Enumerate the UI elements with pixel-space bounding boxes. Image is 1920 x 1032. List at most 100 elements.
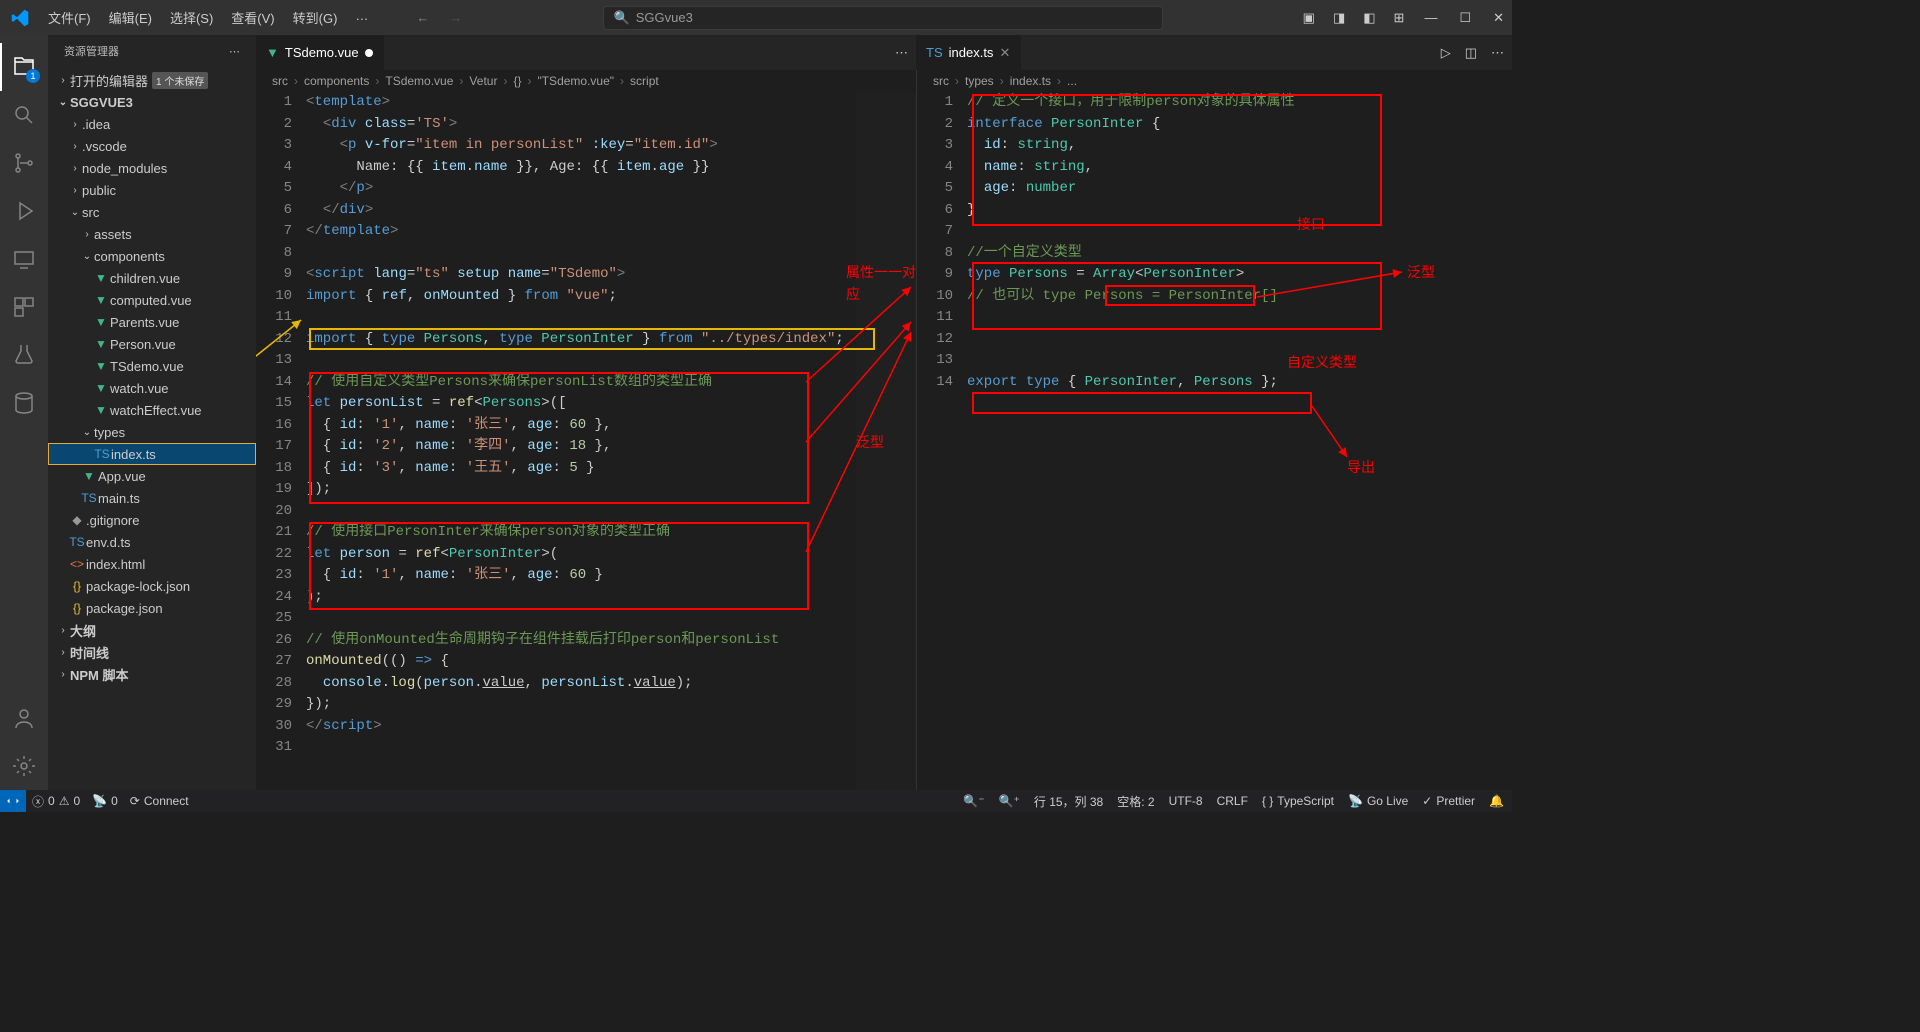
maximize-icon[interactable]: ☐ — [1459, 10, 1471, 26]
status-prettier[interactable]: ✓ Prettier — [1422, 794, 1475, 808]
open-editors-section[interactable]: ›打开的编辑器 1 个未保存 — [48, 69, 256, 91]
sidebar-tree: ›打开的编辑器 1 个未保存 ⌄SGGVUE3 ›.idea›.vscode›n… — [48, 67, 256, 687]
menu-view[interactable]: 查看(V) — [223, 4, 282, 31]
modified-dot-icon — [365, 49, 373, 57]
file-item[interactable]: TSindex.ts — [48, 443, 256, 465]
remote-indicator[interactable] — [0, 790, 26, 812]
menu-edit[interactable]: 编辑(E) — [101, 4, 160, 31]
status-lang[interactable]: { } TypeScript — [1262, 794, 1334, 808]
file-item[interactable]: ▼App.vue — [48, 465, 256, 487]
status-ports[interactable]: 📡 0 — [92, 794, 118, 808]
file-item[interactable]: ▼Parents.vue — [48, 311, 256, 333]
toggle-panel-icon[interactable]: ▣ — [1303, 10, 1315, 26]
layout-icons: ▣ ◨ ◧ ⊞ — [1303, 10, 1405, 26]
split-icon[interactable]: ◫ — [1465, 45, 1477, 61]
status-eol[interactable]: CRLF — [1217, 794, 1248, 808]
project-root[interactable]: ⌄SGGVUE3 — [48, 91, 256, 113]
nav-forward-icon[interactable]: → — [449, 10, 462, 25]
close-tab-icon[interactable]: ✕ — [999, 45, 1010, 61]
toggle-sidebar-icon[interactable]: ◨ — [1333, 10, 1345, 26]
folder-item[interactable]: ›assets — [48, 223, 256, 245]
status-connect[interactable]: ⟳ Connect — [130, 794, 189, 808]
more-icon[interactable]: ⋯ — [895, 45, 908, 61]
collapsed-section[interactable]: ›时间线 — [48, 641, 256, 663]
sidebar: 资源管理器 ⋯ ›打开的编辑器 1 个未保存 ⌄SGGVUE3 ›.idea›.… — [48, 35, 256, 790]
ts-icon: TS — [926, 45, 943, 60]
nav-arrows: ← → — [416, 10, 462, 25]
file-item[interactable]: ▼Person.vue — [48, 333, 256, 355]
activity-extensions-icon[interactable] — [0, 283, 48, 331]
status-line-col[interactable]: 行 15，列 38 — [1034, 793, 1103, 810]
status-golive[interactable]: 📡 Go Live — [1348, 794, 1408, 808]
menu-file[interactable]: 文件(F) — [40, 4, 99, 31]
folder-item[interactable]: ›.idea — [48, 113, 256, 135]
file-item[interactable]: ▼watchEffect.vue — [48, 399, 256, 421]
activity-test-icon[interactable] — [0, 331, 48, 379]
file-item[interactable]: {}package-lock.json — [48, 575, 256, 597]
code-area-right[interactable]: 1234567891011121314 // 定义一个接口，用于限制person… — [917, 92, 1512, 790]
search-text: SGGvue3 — [636, 10, 693, 25]
editor-left[interactable]: src›components›TSdemo.vue›Vetur›{}›"TSde… — [256, 70, 916, 790]
folder-item[interactable]: ›public — [48, 179, 256, 201]
window-controls: — ☐ ✕ — [1424, 10, 1504, 26]
minimize-icon[interactable]: — — [1424, 10, 1437, 26]
editor-right[interactable]: src›types›index.ts›... 12345678910111213… — [916, 70, 1512, 790]
explorer-badge: 1 — [26, 69, 40, 83]
status-encoding[interactable]: UTF-8 — [1169, 794, 1203, 808]
breadcrumb-left[interactable]: src›components›TSdemo.vue›Vetur›{}›"TSde… — [256, 70, 916, 92]
file-item[interactable]: {}package.json — [48, 597, 256, 619]
activity-db-icon[interactable] — [0, 379, 48, 427]
activity-account-icon[interactable] — [0, 694, 48, 742]
more-icon[interactable]: ⋯ — [1491, 45, 1504, 61]
file-item[interactable]: ▼TSdemo.vue — [48, 355, 256, 377]
customize-layout-icon[interactable]: ⊞ — [1394, 10, 1405, 26]
status-bell-icon[interactable]: 🔔 — [1489, 794, 1504, 808]
activity-search-icon[interactable] — [0, 91, 48, 139]
activity-scm-icon[interactable] — [0, 139, 48, 187]
zoom-icon[interactable]: 🔍⁺ — [999, 794, 1020, 808]
activity-settings-icon[interactable] — [0, 742, 48, 790]
tab-indexts[interactable]: TS index.ts ✕ — [916, 35, 1021, 70]
unsaved-badge: 1 个未保存 — [152, 72, 208, 89]
file-item[interactable]: ▼children.vue — [48, 267, 256, 289]
editors: ▼ TSdemo.vue ⋯ TS index.ts ✕ ▷ ◫ — [256, 35, 1512, 790]
file-item[interactable]: TSenv.d.ts — [48, 531, 256, 553]
folder-item[interactable]: ⌄src — [48, 201, 256, 223]
run-icon[interactable]: ▷ — [1441, 45, 1451, 61]
file-item[interactable]: ▼watch.vue — [48, 377, 256, 399]
sidebar-header: 资源管理器 ⋯ — [48, 35, 256, 67]
activity-explorer-icon[interactable]: 1 — [0, 43, 48, 91]
folder-item[interactable]: ⌄types — [48, 421, 256, 443]
close-icon[interactable]: ✕ — [1493, 10, 1504, 26]
status-errors[interactable]: ⓧ 0 ⚠ 0 — [32, 793, 80, 810]
file-item[interactable]: ▼computed.vue — [48, 289, 256, 311]
sidebar-more-icon[interactable]: ⋯ — [229, 45, 240, 58]
folder-item[interactable]: ›.vscode — [48, 135, 256, 157]
breadcrumb-right[interactable]: src›types›index.ts›... — [917, 70, 1512, 92]
menu-select[interactable]: 选择(S) — [162, 4, 221, 31]
activity-bar: 1 — [0, 35, 48, 790]
collapsed-section[interactable]: ›NPM 脚本 — [48, 663, 256, 685]
activity-remote-icon[interactable] — [0, 235, 48, 283]
folder-item[interactable]: ⌄components — [48, 245, 256, 267]
tabs-row: ▼ TSdemo.vue ⋯ TS index.ts ✕ ▷ ◫ — [256, 35, 1512, 70]
menu-more[interactable]: … — [347, 4, 376, 31]
file-item[interactable]: ◆.gitignore — [48, 509, 256, 531]
minimap[interactable] — [856, 92, 916, 790]
file-item[interactable]: TSmain.ts — [48, 487, 256, 509]
nav-back-icon[interactable]: ← — [416, 10, 429, 25]
vue-icon: ▼ — [266, 45, 279, 60]
toggle-secondary-icon[interactable]: ◧ — [1363, 10, 1375, 26]
tab-tsdemo[interactable]: ▼ TSdemo.vue — [256, 35, 384, 70]
collapsed-section[interactable]: ›大纲 — [48, 619, 256, 641]
activity-debug-icon[interactable] — [0, 187, 48, 235]
file-item[interactable]: <>index.html — [48, 553, 256, 575]
status-spaces[interactable]: 空格: 2 — [1117, 793, 1154, 810]
folder-item[interactable]: ›node_modules — [48, 157, 256, 179]
menu-go[interactable]: 转到(G) — [285, 4, 346, 31]
tab-actions-right: ▷ ◫ ⋯ — [1433, 35, 1512, 70]
command-center[interactable]: 🔍 SGGvue3 — [603, 6, 1163, 30]
code-area-left[interactable]: 1234567891011121314151617181920212223242… — [256, 92, 916, 790]
zoom-icon[interactable]: 🔍⁻ — [963, 794, 984, 808]
menu-bar: 文件(F) 编辑(E) 选择(S) 查看(V) 转到(G) … — [40, 4, 376, 31]
